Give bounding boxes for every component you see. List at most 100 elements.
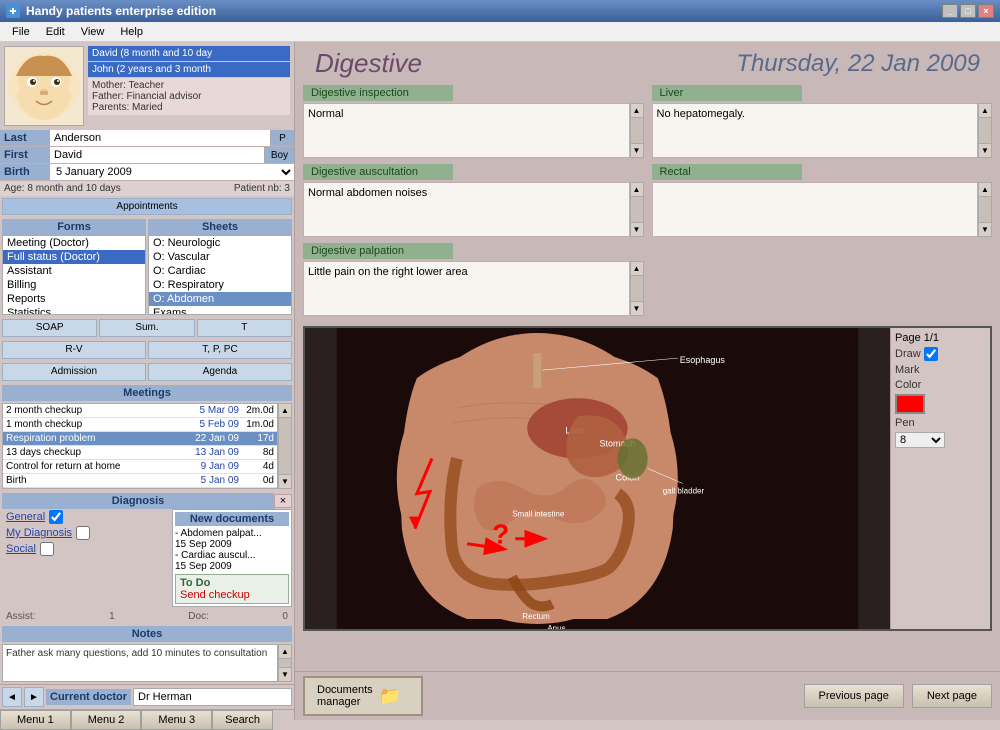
- sheet-exams[interactable]: Exams: [149, 306, 291, 315]
- notes-scroll-down[interactable]: ▼: [279, 667, 291, 681]
- form-statistics[interactable]: Statistics: [3, 306, 145, 315]
- next-arrow-button[interactable]: ►: [24, 687, 44, 707]
- first-value[interactable]: David: [50, 147, 264, 163]
- di-scroll-down[interactable]: ▼: [631, 143, 643, 157]
- sheet-vascular[interactable]: O: Vascular: [149, 250, 291, 264]
- tabs-row: Appointments: [0, 196, 294, 217]
- da-scroll-down[interactable]: ▼: [631, 222, 643, 236]
- drawing-area[interactable]: Liver Stomach Small intestine Colon: [303, 326, 992, 631]
- birth-select[interactable]: 5 January 2009: [50, 164, 294, 180]
- rectal-value[interactable]: [652, 182, 979, 237]
- maximize-button[interactable]: □: [960, 4, 976, 18]
- rectal-scroll-down[interactable]: ▼: [979, 222, 991, 236]
- digestive-inspection-container: Normal ▲ ▼: [303, 103, 644, 158]
- menu3-button[interactable]: Menu 3: [141, 710, 212, 730]
- liver-scroll-up[interactable]: ▲: [979, 104, 991, 118]
- diag-mydiag-check[interactable]: [76, 526, 90, 540]
- form-full-status[interactable]: Full status (Doctor): [3, 250, 145, 264]
- form-meeting-doctor[interactable]: Meeting (Doctor): [3, 236, 145, 250]
- close-button[interactable]: ×: [978, 4, 994, 18]
- sheet-cardiac[interactable]: O: Cardiac: [149, 264, 291, 278]
- agenda-button[interactable]: Agenda: [148, 363, 292, 381]
- menu-view[interactable]: View: [73, 24, 113, 40]
- t-button[interactable]: T: [197, 319, 292, 337]
- form-reports[interactable]: Reports: [3, 292, 145, 306]
- previous-page-button[interactable]: Previous page: [804, 684, 904, 708]
- diag-item-mydiag[interactable]: My Diagnosis: [2, 525, 170, 541]
- meeting-row-0[interactable]: 2 month checkup 5 Mar 09 2m.0d: [3, 404, 277, 418]
- digestive-inspection-value[interactable]: Normal: [303, 103, 630, 158]
- prev-arrow-button[interactable]: ◄: [2, 687, 22, 707]
- da-scrollbar[interactable]: ▲ ▼: [630, 182, 644, 237]
- current-doctor-value[interactable]: Dr Herman: [133, 688, 292, 706]
- meeting-row-3[interactable]: 13 days checkup 13 Jan 09 8d: [3, 446, 277, 460]
- dp-scrollbar[interactable]: ▲ ▼: [630, 261, 644, 316]
- diag-social-link[interactable]: Social: [6, 543, 36, 555]
- diag-close-button[interactable]: ×: [274, 494, 292, 508]
- next-page-button[interactable]: Next page: [912, 684, 992, 708]
- boy-button[interactable]: Boy: [264, 147, 294, 163]
- diag-social-check[interactable]: [40, 542, 54, 556]
- menu-edit[interactable]: Edit: [38, 24, 73, 40]
- menu2-button[interactable]: Menu 2: [71, 710, 142, 730]
- form-billing[interactable]: Billing: [3, 278, 145, 292]
- meeting-row-1[interactable]: 1 month checkup 5 Feb 09 1m.0d: [3, 418, 277, 432]
- send-checkup-link[interactable]: Send checkup: [180, 589, 284, 601]
- menu-file[interactable]: File: [4, 24, 38, 40]
- doc-value: 0: [282, 611, 288, 622]
- menu1-button[interactable]: Menu 1: [0, 710, 71, 730]
- search-button[interactable]: Search: [212, 710, 273, 730]
- liver-scroll-down[interactable]: ▼: [979, 143, 991, 157]
- sheet-respiratory[interactable]: O: Respiratory: [149, 278, 291, 292]
- meetings-scrollbar[interactable]: ▲ ▼: [278, 403, 292, 489]
- color-swatch[interactable]: [895, 394, 925, 414]
- meeting-row-4[interactable]: Control for return at home 9 Jan 09 4d: [3, 460, 277, 474]
- menu-help[interactable]: Help: [112, 24, 151, 40]
- dp-scroll-up[interactable]: ▲: [631, 262, 643, 276]
- sheet-abdomen[interactable]: O: Abdomen: [149, 292, 291, 306]
- meeting-row-2[interactable]: Respiration problem 22 Jan 09 17d: [3, 432, 277, 446]
- meeting-dur-0: 2m.0d: [239, 405, 274, 416]
- anatomy-canvas[interactable]: Liver Stomach Small intestine Colon: [305, 328, 890, 629]
- pen-size-select[interactable]: 8 4 12 16: [895, 432, 945, 448]
- minimize-button[interactable]: _: [942, 4, 958, 18]
- di-scrollbar[interactable]: ▲ ▼: [630, 103, 644, 158]
- da-scroll-up[interactable]: ▲: [631, 183, 643, 197]
- meetings-scroll-down[interactable]: ▼: [279, 474, 291, 488]
- last-value[interactable]: Anderson: [50, 130, 270, 146]
- digestive-auscultation-value[interactable]: Normal abdomen noises: [303, 182, 630, 237]
- diag-item-social[interactable]: Social: [2, 541, 170, 557]
- tppc-button[interactable]: T, P, PC: [148, 341, 292, 359]
- liver-scrollbar[interactable]: ▲ ▼: [978, 103, 992, 158]
- meetings-section: Meetings 2 month checkup 5 Mar 09 2m.0d …: [0, 383, 294, 491]
- notes-scroll-up[interactable]: ▲: [279, 645, 291, 659]
- rv-button[interactable]: R-V: [2, 341, 146, 359]
- documents-manager-button[interactable]: Documents manager 📁: [303, 676, 423, 716]
- appointments-tab[interactable]: Appointments: [2, 198, 292, 215]
- digestive-palpation-value[interactable]: Little pain on the right lower area: [303, 261, 630, 316]
- new-doc-2: - Cardiac auscul...: [175, 550, 289, 561]
- diag-mydiag-link[interactable]: My Diagnosis: [6, 527, 72, 539]
- diag-general-link[interactable]: General: [6, 511, 45, 523]
- patient-header: David (8 month and 10 day John (2 years …: [0, 42, 294, 130]
- notes-scrollbar[interactable]: ▲ ▼: [278, 644, 292, 682]
- diag-general-check[interactable]: [49, 510, 63, 524]
- liver-value[interactable]: No hepatomegaly.: [652, 103, 979, 158]
- meeting-row-5[interactable]: Birth 5 Jan 09 0d: [3, 474, 277, 488]
- sum-button[interactable]: Sum.: [99, 319, 194, 337]
- sheet-neurologic[interactable]: O: Neurologic: [149, 236, 291, 250]
- meetings-scroll-up[interactable]: ▲: [279, 404, 291, 418]
- notes-header: Notes: [2, 626, 292, 642]
- rectal-scroll-up[interactable]: ▲: [979, 183, 991, 197]
- digestive-auscultation-container: Normal abdomen noises ▲ ▼: [303, 182, 644, 237]
- soap-button[interactable]: SOAP: [2, 319, 97, 337]
- form-assistant[interactable]: Assistant: [3, 264, 145, 278]
- rectal-scrollbar[interactable]: ▲ ▼: [978, 182, 992, 237]
- dp-scroll-down[interactable]: ▼: [631, 301, 643, 315]
- diag-item-general[interactable]: General: [2, 509, 170, 525]
- admission-button[interactable]: Admission: [2, 363, 146, 381]
- draw-checkbox[interactable]: [924, 347, 938, 361]
- di-scroll-up[interactable]: ▲: [631, 104, 643, 118]
- p-button[interactable]: P: [270, 130, 294, 146]
- notes-text[interactable]: Father ask many questions, add 10 minute…: [2, 644, 278, 682]
